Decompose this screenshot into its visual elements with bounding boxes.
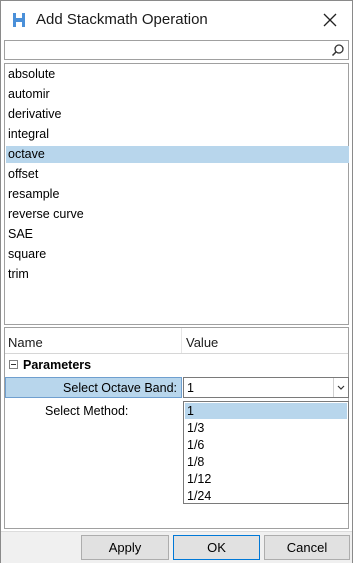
add-stackmath-dialog: Add Stackmath Operation absolute automir… xyxy=(0,0,353,563)
operation-list[interactable]: absolute automir derivative integral oct… xyxy=(4,63,349,325)
dropdown-option[interactable]: 1/24 xyxy=(185,488,347,504)
dropdown-option[interactable]: 1/3 xyxy=(185,420,347,436)
search-box[interactable] xyxy=(4,40,349,60)
dropdown-option-selected[interactable]: 1 xyxy=(185,403,347,419)
dropdown-option[interactable]: 1/8 xyxy=(185,454,347,470)
dialog-title: Add Stackmath Operation xyxy=(36,11,208,28)
property-label: Select Octave Band: xyxy=(63,381,177,395)
chevron-down-icon[interactable] xyxy=(333,378,348,397)
dropdown-option[interactable]: 1/12 xyxy=(185,471,347,487)
list-item-selected[interactable]: octave xyxy=(6,146,349,163)
cancel-button[interactable]: Cancel xyxy=(264,535,350,560)
collapse-icon[interactable] xyxy=(9,360,18,369)
ok-button[interactable]: OK xyxy=(173,535,260,560)
list-item[interactable]: offset xyxy=(6,166,349,183)
grid-header: Name Value xyxy=(5,328,348,354)
octave-band-select[interactable]: 1 xyxy=(183,377,349,398)
button-bar: Apply OK Cancel xyxy=(1,531,352,563)
group-label: Parameters xyxy=(23,358,92,372)
list-item[interactable]: derivative xyxy=(6,106,349,123)
octave-band-dropdown[interactable]: 1 1/3 1/6 1/8 1/12 1/24 xyxy=(183,401,349,504)
title-bar[interactable]: Add Stackmath Operation xyxy=(1,1,352,38)
list-item[interactable]: automir xyxy=(6,86,349,103)
parameters-group-row[interactable]: Parameters xyxy=(5,355,348,375)
combo-value: 1 xyxy=(187,381,194,395)
column-header-value[interactable]: Value xyxy=(186,335,218,350)
list-item[interactable]: SAE xyxy=(6,226,349,243)
list-item[interactable]: absolute xyxy=(6,66,349,83)
property-octave-band[interactable]: Select Octave Band: xyxy=(5,377,182,398)
list-item[interactable]: reverse curve xyxy=(6,206,349,223)
apply-button[interactable]: Apply xyxy=(81,535,169,560)
column-divider[interactable] xyxy=(181,328,182,353)
property-grid: Name Value Parameters Select Octave Band… xyxy=(4,327,349,529)
list-item[interactable]: square xyxy=(6,246,349,263)
close-icon[interactable] xyxy=(316,7,344,33)
list-item[interactable]: trim xyxy=(6,266,349,283)
list-item[interactable]: integral xyxy=(6,126,349,143)
list-item[interactable]: resample xyxy=(6,186,349,203)
dropdown-option[interactable]: 1/6 xyxy=(185,437,347,453)
search-input[interactable] xyxy=(5,41,333,59)
property-label-method[interactable]: Select Method: xyxy=(45,404,128,418)
search-icon[interactable] xyxy=(331,43,345,57)
column-header-name[interactable]: Name xyxy=(8,335,43,350)
app-icon xyxy=(11,11,27,29)
